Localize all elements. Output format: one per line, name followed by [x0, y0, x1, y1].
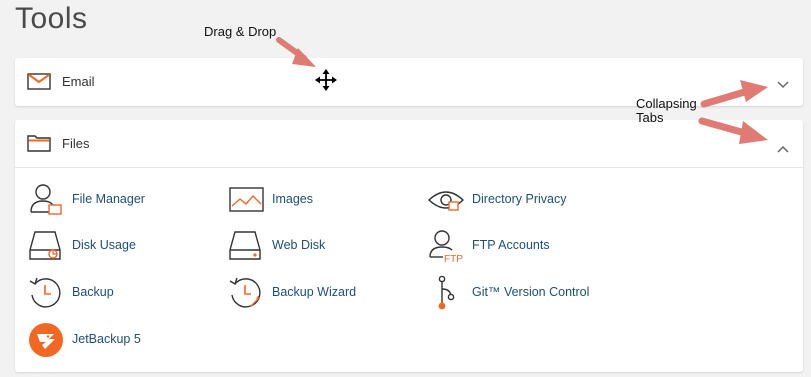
- chevron-up-icon[interactable]: [777, 140, 789, 158]
- backup-icon: [27, 275, 67, 311]
- tool-label: Git™ Version Control: [472, 285, 590, 299]
- svg-text:FTP: FTP: [444, 254, 463, 264]
- tool-label: Web Disk: [272, 238, 326, 252]
- backup-link[interactable]: Backup: [27, 275, 114, 311]
- collapsing-annotation-line2: Tabs: [636, 110, 664, 125]
- tool-label: File Manager: [72, 192, 145, 206]
- web-disk-icon: [227, 228, 267, 264]
- files-section-header[interactable]: Files: [15, 120, 803, 168]
- tool-label: Disk Usage: [72, 238, 136, 252]
- tool-label: Directory Privacy: [472, 192, 567, 206]
- disk-usage-icon: [27, 228, 67, 264]
- backup-wizard-link[interactable]: Backup Wizard: [227, 275, 356, 311]
- images-icon: [227, 182, 267, 218]
- file-manager-link[interactable]: File Manager: [27, 182, 145, 218]
- web-disk-link[interactable]: Web Disk: [227, 228, 325, 264]
- disk-usage-link[interactable]: Disk Usage: [27, 228, 136, 264]
- tool-label: Images: [272, 192, 313, 206]
- git-version-control-link[interactable]: Git™ Version Control: [427, 275, 589, 311]
- files-section: Files File Manager Images Directory Priv…: [15, 120, 803, 372]
- folder-icon: [27, 133, 51, 158]
- tool-label: FTP Accounts: [472, 238, 550, 252]
- page-title: Tools: [15, 2, 88, 35]
- ftp-accounts-icon: FTP: [427, 228, 467, 265]
- file-manager-icon: [27, 182, 67, 218]
- tool-label: JetBackup 5: [72, 332, 141, 346]
- jetbackup-icon: [27, 322, 67, 358]
- directory-privacy-icon: [427, 182, 467, 218]
- directory-privacy-link[interactable]: Directory Privacy: [427, 182, 566, 218]
- backup-wizard-icon: [227, 275, 267, 311]
- collapsing-annotation-line1: Collapsing: [636, 96, 697, 111]
- images-link[interactable]: Images: [227, 182, 313, 218]
- jetbackup-link[interactable]: JetBackup 5: [27, 322, 141, 358]
- tool-label: Backup: [72, 285, 114, 299]
- chevron-down-icon[interactable]: [777, 76, 789, 94]
- envelope-icon: [27, 71, 51, 96]
- tool-label: Backup Wizard: [272, 285, 357, 299]
- drag-drop-annotation: Drag & Drop: [204, 24, 277, 39]
- email-section-title: Email: [62, 74, 95, 89]
- git-icon: [427, 275, 467, 311]
- ftp-accounts-link[interactable]: FTP FTP Accounts: [427, 228, 550, 265]
- files-section-title: Files: [62, 136, 90, 151]
